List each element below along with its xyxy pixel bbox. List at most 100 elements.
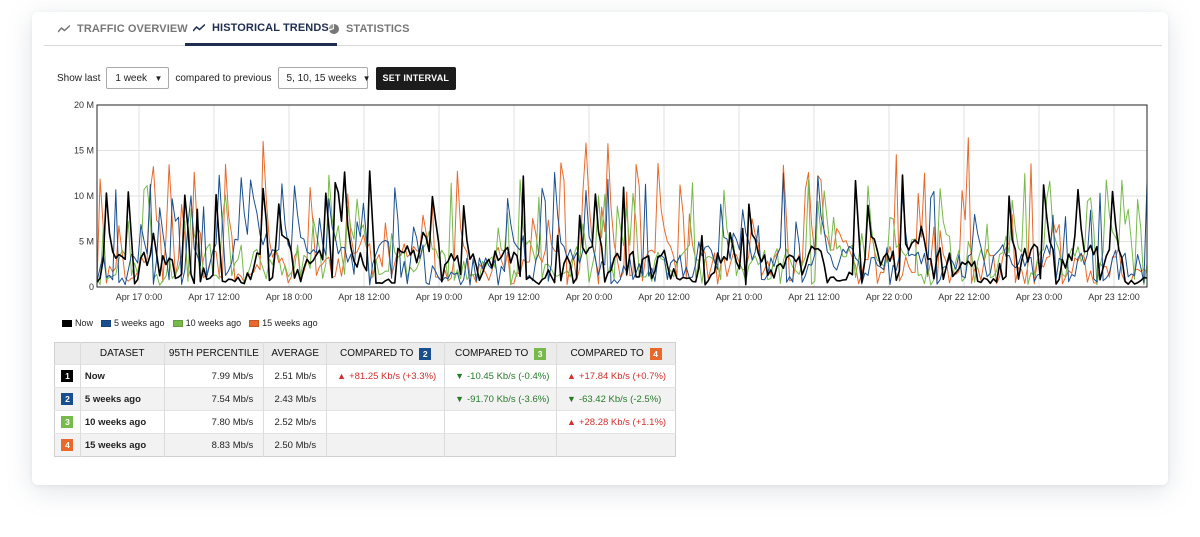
x-tick-label: Apr 18 12:00 — [338, 292, 390, 302]
comparison-value: -10.45 Kb/s (-0.4%) — [467, 370, 550, 382]
row-index: 1 — [54, 364, 81, 388]
dataset-badge: 1 — [61, 370, 74, 382]
comparison-cell: ▲ +28.28 Kb/s (+1.1%) — [556, 410, 676, 434]
comparison-value: +28.28 Kb/s (+1.1%) — [578, 416, 667, 428]
historical-trends-panel: TRAFFIC OVERVIEW HISTORICAL TRENDS STATI… — [32, 12, 1168, 485]
y-tick-label: 20 M — [74, 100, 94, 110]
dataset-name: 10 weeks ago — [79, 410, 165, 434]
row-index: 2 — [54, 387, 81, 411]
header-badge: 4 — [649, 347, 662, 360]
comparison-cell: ▼ -10.45 Kb/s (-0.4%) — [444, 364, 557, 388]
comparison-value: -63.42 Kb/s (-2.5%) — [578, 393, 662, 405]
comparison-cell-empty — [326, 433, 445, 457]
p95-value: 8.83 Mb/s — [163, 433, 264, 457]
y-tick-label: 15 M — [74, 146, 94, 156]
comparison-cell: ▼ -91.70 Kb/s (-3.6%) — [444, 387, 557, 411]
comparison-cell-empty — [556, 433, 676, 457]
header-label: COMPARED TO — [454, 347, 529, 359]
table-header-p95: 95TH PERCENTILE — [163, 342, 264, 365]
x-tick-label: Apr 17 12:00 — [188, 292, 240, 302]
p95-value: 7.54 Mb/s — [163, 387, 264, 411]
row-index: 3 — [54, 410, 81, 434]
y-tick-label: 0 — [89, 282, 94, 292]
row-index: 4 — [54, 433, 81, 457]
x-tick-label: Apr 23 12:00 — [1088, 292, 1140, 302]
legend-label: 10 weeks ago — [185, 318, 242, 328]
legend-item-15-weeks[interactable]: 15 weeks ago — [249, 318, 318, 328]
arrow-down-icon: ▼ — [567, 393, 576, 404]
table-row: 25 weeks ago 7.54 Mb/s 2.43 Mb/s ▼ -91.70 Kb… — [54, 387, 676, 411]
comparison-cell: ▲ +81.25 Kb/s (+3.3%) — [326, 364, 445, 388]
dataset-badge: 2 — [61, 393, 74, 405]
table-row: 1 Now 7.99 Mb/s 2.51 Mb/s ▲ +81.25 Kb/s (+3.3… — [54, 364, 676, 388]
traffic-chart: 0 5 M 10 M 15 M 20 M Apr 17 0:00 Apr 17 12:00… — [74, 100, 1148, 302]
average-value: 2.52 Mb/s — [263, 410, 327, 434]
x-axis-ticks: Apr 17 0:00 Apr 17 12:00 Apr 18 0:00 Apr 18… — [116, 292, 1140, 302]
header-label: COMPARED TO — [340, 347, 414, 359]
arrow-up-icon: ▲ — [567, 416, 576, 427]
legend-label: 15 weeks ago — [262, 318, 318, 328]
dataset-name: Now — [79, 364, 165, 388]
chart-lines — [96, 137, 1148, 286]
x-tick-label: Apr 19 12:00 — [488, 292, 540, 302]
dataset-badge: 4 — [61, 439, 74, 451]
chart-legend: Now 5 weeks ago 10 weeks ago 15 weeks ag… — [62, 318, 326, 328]
table-header-compared-4: COMPARED TO 4 — [556, 342, 676, 365]
comparison-cell-empty — [326, 410, 445, 434]
p95-value: 7.80 Mb/s — [163, 410, 264, 434]
average-value: 2.51 Mb/s — [263, 364, 327, 388]
legend-swatch — [249, 319, 260, 327]
y-tick-label: 5 M — [79, 237, 94, 247]
arrow-down-icon: ▼ — [455, 370, 464, 381]
comparison-value: +17.84 Kb/s (+0.7%) — [578, 370, 667, 382]
comparison-cell-empty — [444, 410, 557, 434]
arrow-up-icon: ▲ — [337, 370, 347, 381]
arrow-up-icon: ▲ — [567, 370, 576, 381]
table-header-row: DATASET 95TH PERCENTILE AVERAGE COMPARED… — [54, 342, 676, 365]
legend-label: Now — [75, 318, 94, 328]
x-tick-label: Apr 20 12:00 — [638, 292, 690, 302]
average-value: 2.50 Mb/s — [263, 433, 327, 457]
comparison-cell: ▼ -63.42 Kb/s (-2.5%) — [556, 387, 676, 411]
legend-item-5-weeks[interactable]: 5 weeks ago — [101, 318, 165, 328]
y-tick-label: 10 M — [74, 191, 94, 201]
header-badge: 2 — [419, 347, 432, 360]
table-header-compared-3: COMPARED TO 3 — [444, 342, 557, 365]
legend-swatch — [172, 319, 183, 327]
x-tick-label: Apr 17 0:00 — [116, 292, 163, 302]
dataset-name: 15 weeks ago — [79, 433, 165, 457]
comparison-table: DATASET 95TH PERCENTILE AVERAGE COMPARED… — [54, 342, 676, 457]
table-header-idx — [54, 342, 81, 365]
arrow-down-icon: ▼ — [455, 393, 464, 404]
legend-item-10-weeks[interactable]: 10 weeks ago — [172, 318, 242, 328]
dataset-badge: 3 — [61, 416, 74, 428]
x-tick-label: Apr 22 12:00 — [938, 292, 990, 302]
comparison-value: -91.70 Kb/s (-3.6%) — [467, 393, 550, 405]
x-tick-label: Apr 21 0:00 — [716, 292, 763, 302]
comparison-cell: ▲ +17.84 Kb/s (+0.7%) — [556, 364, 676, 388]
comparison-cell-empty — [444, 433, 557, 457]
p95-value: 7.99 Mb/s — [163, 364, 264, 388]
x-tick-label: Apr 20 0:00 — [566, 292, 613, 302]
y-axis-ticks: 0 5 M 10 M 15 M 20 M — [74, 100, 94, 292]
header-badge: 3 — [534, 347, 547, 360]
comparison-cell-empty — [326, 387, 445, 411]
x-tick-label: Apr 19 0:00 — [416, 292, 463, 302]
table-header-compared-2: COMPARED TO 2 — [326, 342, 445, 365]
x-tick-label: Apr 21 12:00 — [788, 292, 840, 302]
table-header-average: AVERAGE — [263, 342, 327, 365]
table-header-dataset: DATASET — [79, 342, 165, 365]
x-tick-label: Apr 22 0:00 — [866, 292, 913, 302]
legend-swatch — [101, 319, 112, 327]
x-tick-label: Apr 18 0:00 — [266, 292, 313, 302]
legend-label: 5 weeks ago — [114, 318, 165, 328]
dataset-name: 5 weeks ago — [79, 387, 165, 411]
x-tick-label: Apr 23 0:00 — [1016, 292, 1063, 302]
table-row: 3 10 weeks ago 7.80 Mb/s 2.52 Mb/s ▲ +28.28 K… — [54, 410, 676, 434]
legend-swatch — [62, 319, 72, 327]
average-value: 2.43 Mb/s — [263, 387, 327, 411]
legend-item-now[interactable]: Now — [62, 318, 93, 328]
header-label: COMPARED TO — [570, 347, 644, 359]
comparison-value: +81.25 Kb/s (+3.3%) — [349, 370, 437, 382]
table-row: 4 15 weeks ago 8.83 Mb/s 2.50 Mb/s — [54, 433, 676, 457]
